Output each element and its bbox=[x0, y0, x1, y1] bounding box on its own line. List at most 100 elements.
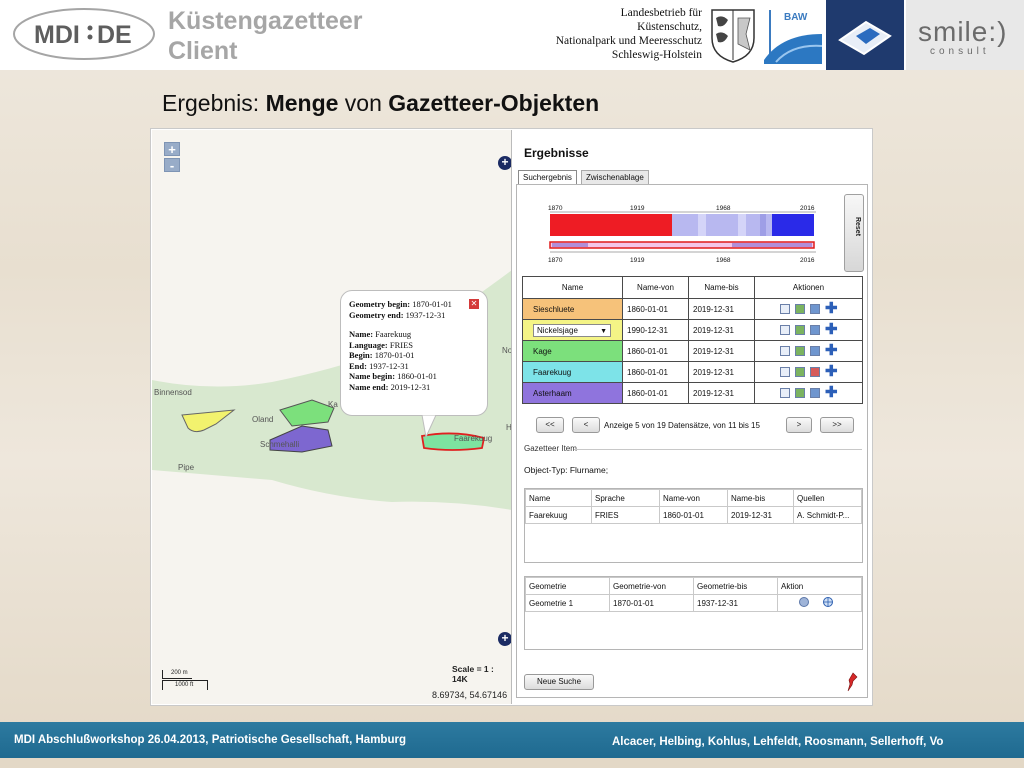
expand-plus-icon[interactable]: + bbox=[498, 156, 511, 170]
column-header: Aktionen bbox=[754, 276, 863, 299]
map-view[interactable]: Binnensod Oland Schmehalli Pipe Faarekuu… bbox=[152, 130, 512, 704]
map-label-faarekuug: Faarekuug bbox=[454, 434, 492, 443]
smile-logo-text: smile:) bbox=[918, 16, 1008, 47]
popup-label: Name end: bbox=[349, 381, 389, 392]
edit-icon[interactable] bbox=[780, 325, 790, 335]
column-header[interactable]: Name bbox=[522, 276, 623, 299]
edit-icon[interactable] bbox=[780, 388, 790, 398]
edit-icon[interactable] bbox=[780, 304, 790, 314]
scale-bar-bottom: 1000 ft bbox=[162, 680, 208, 690]
column-header[interactable]: Name-bis bbox=[727, 489, 794, 507]
column-header[interactable]: Geometrie-bis bbox=[693, 577, 778, 595]
popup-value: 1937-12-31 bbox=[405, 309, 446, 320]
column-header[interactable]: Name bbox=[525, 489, 592, 507]
add-icon[interactable]: ✚ bbox=[825, 322, 838, 337]
close-icon[interactable]: ✕ bbox=[469, 299, 479, 309]
table-row[interactable]: Kage 1860-01-01 2019-12-31 ✚ bbox=[522, 340, 863, 362]
authority-line: Schleswig-Holstein bbox=[611, 49, 702, 61]
popup-label: Geometry begin: bbox=[349, 299, 411, 309]
map-label-schmehalli: Schmehalli bbox=[260, 440, 299, 449]
popup-label: Name begin: bbox=[349, 371, 396, 381]
tab-suchergebnis[interactable]: Suchergebnis bbox=[518, 170, 577, 184]
map-image-icon[interactable] bbox=[795, 304, 805, 314]
row-actions: ✚ bbox=[754, 298, 863, 320]
row-actions: ✚ bbox=[754, 340, 863, 362]
row-name[interactable]: Asterhaam bbox=[522, 382, 623, 404]
column-header[interactable]: Name-bis bbox=[688, 276, 755, 299]
map-image-icon[interactable] bbox=[795, 367, 805, 377]
pager-info: Anzeige 5 von 19 Datensätze, von 11 bis … bbox=[604, 421, 760, 430]
slide-title: Ergebnis: Menge von Gazetteer-Objekten bbox=[162, 90, 762, 117]
zoom-out-button[interactable]: - bbox=[164, 158, 180, 172]
prev-page-button[interactable]: < bbox=[572, 417, 600, 433]
new-search-button[interactable]: Neue Suche bbox=[524, 674, 594, 690]
window-icon[interactable] bbox=[810, 367, 820, 377]
column-header[interactable]: Geometrie-von bbox=[609, 577, 694, 595]
globe-icon[interactable] bbox=[823, 597, 834, 607]
item-table-container: Name Sprache Name-von Name-bis Quellen F… bbox=[524, 488, 863, 563]
schleswig-holstein-crest-icon bbox=[711, 9, 755, 63]
row-name[interactable]: Nickelsjage ▼ bbox=[522, 319, 623, 341]
row-name[interactable]: Faarekuug bbox=[522, 361, 623, 383]
geometry-table-container: Geometrie Geometrie-von Geometrie-bis Ak… bbox=[524, 576, 863, 650]
reset-button[interactable]: Reset bbox=[844, 194, 864, 272]
edit-icon[interactable] bbox=[780, 367, 790, 377]
popup-value: FRIES bbox=[389, 339, 414, 350]
row-name-bis: 2019-12-31 bbox=[688, 361, 755, 383]
zoom-to-geometry-icon[interactable] bbox=[799, 597, 809, 607]
slide-title-part: Menge bbox=[265, 90, 339, 116]
window-icon[interactable] bbox=[810, 388, 820, 398]
client-title: Küstengazetteer Client bbox=[168, 6, 428, 66]
add-icon[interactable]: ✚ bbox=[825, 343, 838, 358]
row-name-von: 1860-01-01 bbox=[622, 298, 689, 320]
popup-row: Name: Faarekuug bbox=[349, 329, 479, 340]
table-row[interactable]: Geometrie 1 1870-01-01 1937-12-31 bbox=[525, 594, 862, 612]
row-name[interactable]: Sieschluete bbox=[522, 298, 623, 320]
map-canvas[interactable]: Binnensod Oland Schmehalli Pipe Faarekuu… bbox=[152, 130, 512, 704]
column-header[interactable]: Name-von bbox=[659, 489, 728, 507]
footer-event: MDI Abschlußworkshop 26.04.2013, Patriot… bbox=[14, 734, 406, 746]
table-row[interactable]: Faarekuug 1860-01-01 2019-12-31 ✚ bbox=[522, 361, 863, 383]
map-image-icon[interactable] bbox=[795, 388, 805, 398]
column-header[interactable]: Name-von bbox=[622, 276, 689, 299]
table-row[interactable]: Asterhaam 1860-01-01 2019-12-31 ✚ bbox=[522, 382, 863, 404]
last-page-button[interactable]: >> bbox=[820, 417, 854, 433]
client-title-line1: Küstengazetteer bbox=[168, 7, 363, 35]
column-header[interactable]: Sprache bbox=[591, 489, 660, 507]
row-name-bis: 2019-12-31 bbox=[688, 340, 755, 362]
cell-name-bis: 2019-12-31 bbox=[727, 506, 794, 524]
map-coordinates: 8.69734, 54.67146 bbox=[432, 690, 508, 700]
column-header[interactable]: Geometrie bbox=[525, 577, 610, 595]
zoom-in-button[interactable]: + bbox=[164, 142, 180, 156]
table-row[interactable]: Nickelsjage ▼ 1990-12-31 2019-12-31 ✚ bbox=[522, 319, 863, 341]
table-row[interactable]: Faarekuug FRIES 1860-01-01 2019-12-31 A.… bbox=[525, 506, 862, 524]
gazetteer-item-section-label: Gazetteer Item bbox=[524, 444, 577, 453]
popup-row: Name begin: 1860-01-01 bbox=[349, 371, 479, 382]
partner-logo-icon bbox=[838, 20, 892, 56]
map-image-icon[interactable] bbox=[795, 346, 805, 356]
window-icon[interactable] bbox=[810, 325, 820, 335]
timeline-bar-red bbox=[550, 214, 672, 236]
table-row[interactable]: Sieschluete 1860-01-01 2019-12-31 ✚ bbox=[522, 298, 863, 320]
add-icon[interactable]: ✚ bbox=[825, 364, 838, 379]
expand-plus-icon[interactable]: + bbox=[498, 632, 511, 646]
first-page-button[interactable]: << bbox=[536, 417, 564, 433]
pin-icon[interactable] bbox=[846, 672, 858, 692]
add-icon[interactable]: ✚ bbox=[825, 385, 838, 400]
row-name[interactable]: Kage bbox=[522, 340, 623, 362]
timeline-slider[interactable]: 1870 1919 1968 2016 1870 1919 1968 2016 bbox=[548, 204, 818, 268]
popup-label: Geometry end: bbox=[349, 309, 404, 320]
name-select[interactable]: Nickelsjage ▼ bbox=[533, 323, 611, 337]
map-label-pipe: Pipe bbox=[178, 463, 195, 472]
window-icon[interactable] bbox=[810, 304, 820, 314]
next-page-button[interactable]: > bbox=[786, 417, 812, 433]
add-icon[interactable]: ✚ bbox=[825, 301, 838, 316]
map-image-icon[interactable] bbox=[795, 325, 805, 335]
column-header[interactable]: Quellen bbox=[793, 489, 862, 507]
popup-label: Name: bbox=[349, 329, 374, 339]
timeline-year: 1919 bbox=[630, 257, 645, 264]
edit-icon[interactable] bbox=[780, 346, 790, 356]
tab-zwischenablage[interactable]: Zwischenablage bbox=[581, 170, 649, 184]
slide-title-part: Gazetteer-Objekten bbox=[388, 90, 600, 116]
window-icon[interactable] bbox=[810, 346, 820, 356]
